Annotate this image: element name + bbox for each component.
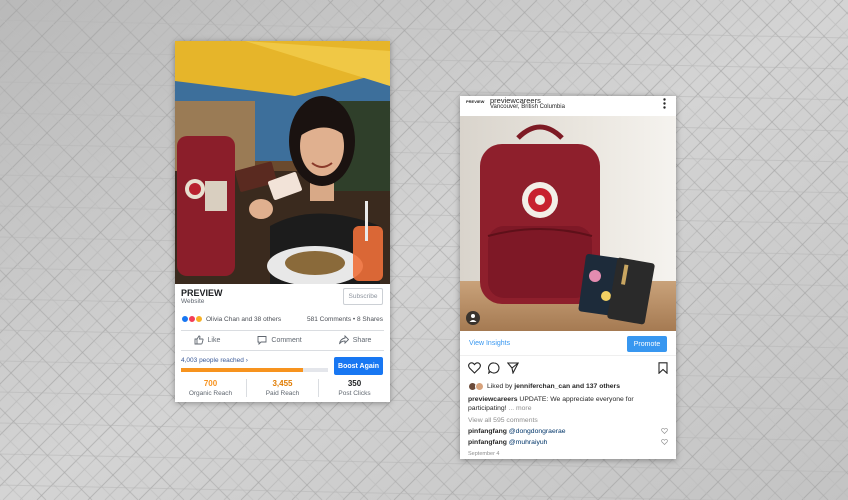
comment-label: Comment xyxy=(271,336,302,344)
facebook-post-card: PREVIEW Website Subscribe Olivia Chan an… xyxy=(175,41,390,402)
likes-user[interactable]: jenniferchan_can xyxy=(514,383,570,390)
comment-button[interactable]: Comment xyxy=(257,335,302,345)
organic-reach-metric: 700 Organic Reach xyxy=(175,379,247,397)
boost-again-button[interactable]: Boost Again xyxy=(334,357,383,375)
bookmark-icon[interactable] xyxy=(658,362,668,374)
chevron-right-icon: › xyxy=(245,357,248,364)
paid-reach-value: 3,455 xyxy=(272,379,293,388)
post-clicks-metric: 350 Post Clicks xyxy=(319,379,390,397)
profile-logo[interactable]: PREVIEW xyxy=(466,99,484,104)
background-pattern xyxy=(0,0,848,500)
organic-reach-value: 700 xyxy=(203,379,218,388)
caption-more-link[interactable]: ... more xyxy=(507,405,531,412)
like-label: Like xyxy=(207,336,221,344)
comment-mention[interactable]: @muhraiyuh xyxy=(509,439,548,446)
post-action-icons xyxy=(468,362,519,374)
heart-icon[interactable] xyxy=(661,428,668,434)
divider xyxy=(460,355,676,356)
page-type: Website xyxy=(181,298,205,305)
reactions-summary[interactable]: Olivia Chan and 38 others xyxy=(181,315,281,323)
people-reached-text: 4,003 people reached xyxy=(181,357,244,364)
post-actions: Like Comment Share xyxy=(175,335,390,345)
post-date: September 4 xyxy=(468,451,500,457)
view-all-comments-link[interactable]: View all 595 comments xyxy=(468,416,668,425)
post-clicks-value: 350 xyxy=(347,379,362,388)
page-name[interactable]: PREVIEW xyxy=(181,288,223,298)
comment-mention[interactable]: @dongdongraerae xyxy=(509,428,566,435)
divider xyxy=(181,350,384,351)
people-reached-link[interactable]: 4,003 people reached › xyxy=(181,357,248,364)
view-insights-link[interactable]: View Insights xyxy=(469,340,510,347)
thumbs-up-icon xyxy=(194,335,204,345)
heart-icon[interactable] xyxy=(468,362,481,374)
post-metrics: 700 Organic Reach 3,455 Paid Reach 350 P… xyxy=(175,379,390,397)
comment-user[interactable]: pinfangfang xyxy=(468,439,507,446)
comment-user[interactable]: pinfangfang xyxy=(468,428,507,435)
post-photo xyxy=(460,116,676,331)
reach-progress-bar xyxy=(181,368,328,372)
location[interactable]: Vancouver, British Columbia xyxy=(490,104,565,110)
instagram-post-card: PREVIEW previewcareers Vancouver, Britis… xyxy=(460,96,676,459)
share-label: Share xyxy=(352,336,372,344)
likes-summary[interactable]: Liked by jenniferchan_can and 137 others xyxy=(468,382,620,391)
post-photo xyxy=(175,41,390,284)
reach-progress-fill xyxy=(181,368,303,372)
comment-icon[interactable] xyxy=(488,362,500,374)
likes-suffix[interactable]: and 137 others xyxy=(570,383,620,390)
comment-row: pinfangfang @dongdongraerae xyxy=(468,427,668,436)
likes-prefix: Liked by xyxy=(487,383,515,390)
divider xyxy=(181,330,384,331)
wow-reaction-icon xyxy=(195,315,203,323)
paid-reach-label: Paid Reach xyxy=(265,390,300,397)
paid-reach-metric: 3,455 Paid Reach xyxy=(247,379,319,397)
more-options-icon[interactable] xyxy=(663,98,666,109)
likes-text: Liked by jenniferchan_can and 137 others xyxy=(487,383,620,390)
share-button[interactable]: Share xyxy=(338,335,372,345)
caption-user[interactable]: previewcareers xyxy=(468,396,518,403)
send-icon[interactable] xyxy=(507,362,519,374)
heart-icon[interactable] xyxy=(661,439,668,445)
comment-icon xyxy=(257,336,267,345)
share-icon xyxy=(338,335,349,345)
organic-reach-label: Organic Reach xyxy=(188,390,233,397)
like-button[interactable]: Like xyxy=(194,335,221,345)
avatar xyxy=(475,382,484,391)
post-clicks-label: Post Clicks xyxy=(338,390,371,397)
promote-button[interactable]: Promote xyxy=(627,336,667,352)
caption: previewcareers UPDATE: We appreciate eve… xyxy=(468,395,668,413)
comment-row: pinfangfang @muhraiyuh xyxy=(468,438,668,447)
comments-shares-count[interactable]: 581 Comments • 8 Shares xyxy=(307,316,383,323)
subscribe-button[interactable]: Subscribe xyxy=(343,288,383,305)
reactions-text: Olivia Chan and 38 others xyxy=(206,315,282,323)
